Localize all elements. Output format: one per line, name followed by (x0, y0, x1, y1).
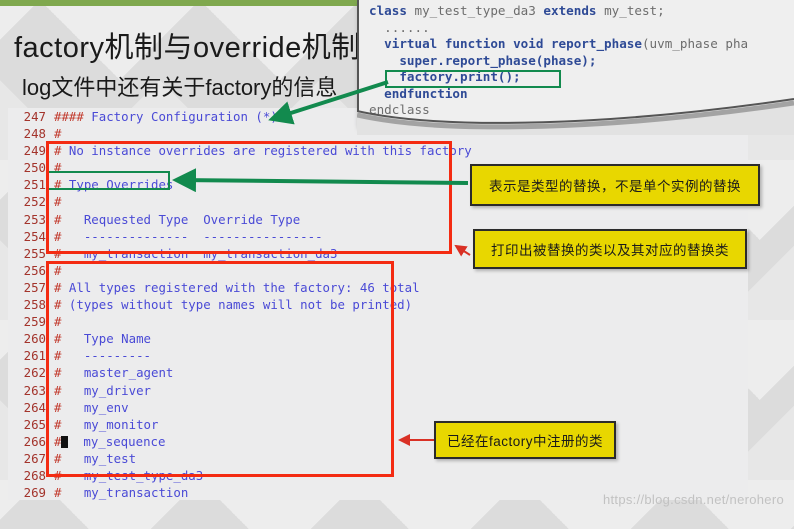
log-line: 248 # (8, 125, 748, 142)
log-text: Factory Configuration (*) (83, 109, 278, 124)
log-line-number: 269 (23, 485, 46, 500)
code-line: ...... (369, 19, 430, 35)
page-title: factory机制与override机制 (14, 32, 361, 64)
log-line-number: 248 (23, 126, 46, 142)
watermark: https://blog.csdn.net/nerohero (602, 492, 784, 507)
highlight-factory-print (385, 70, 561, 88)
note-type-substitution: 表示是类型的替换，不是单个实例的替换 (470, 164, 760, 206)
slide-canvas: factory机制与override机制 log文件中还有关于factory的信… (0, 0, 794, 529)
log-line-number: 247 (23, 109, 46, 124)
code-line: class my_test_type_da3 extends my_test; (369, 3, 665, 18)
note-print-override: 打印出被替换的类以及其对应的替换类 (473, 229, 747, 269)
highlight-registered-types-section (46, 261, 394, 477)
log-hash: #### (54, 109, 84, 124)
note-registered-classes: 已经在factory中注册的类 (434, 421, 616, 459)
code-line: super.report_phase(phase); (369, 52, 597, 68)
log-text: my_transaction (61, 485, 189, 500)
code-snippet-box: class my_test_type_da3 extends my_test; … (357, 0, 794, 126)
log-hash: # (54, 126, 62, 142)
highlight-type-override-section (46, 141, 452, 254)
code-line: virtual function void report_phase(uvm_p… (384, 36, 749, 51)
page-subtitle: log文件中还有关于factory的信息 (22, 75, 338, 100)
code-line: endclass (369, 102, 430, 117)
